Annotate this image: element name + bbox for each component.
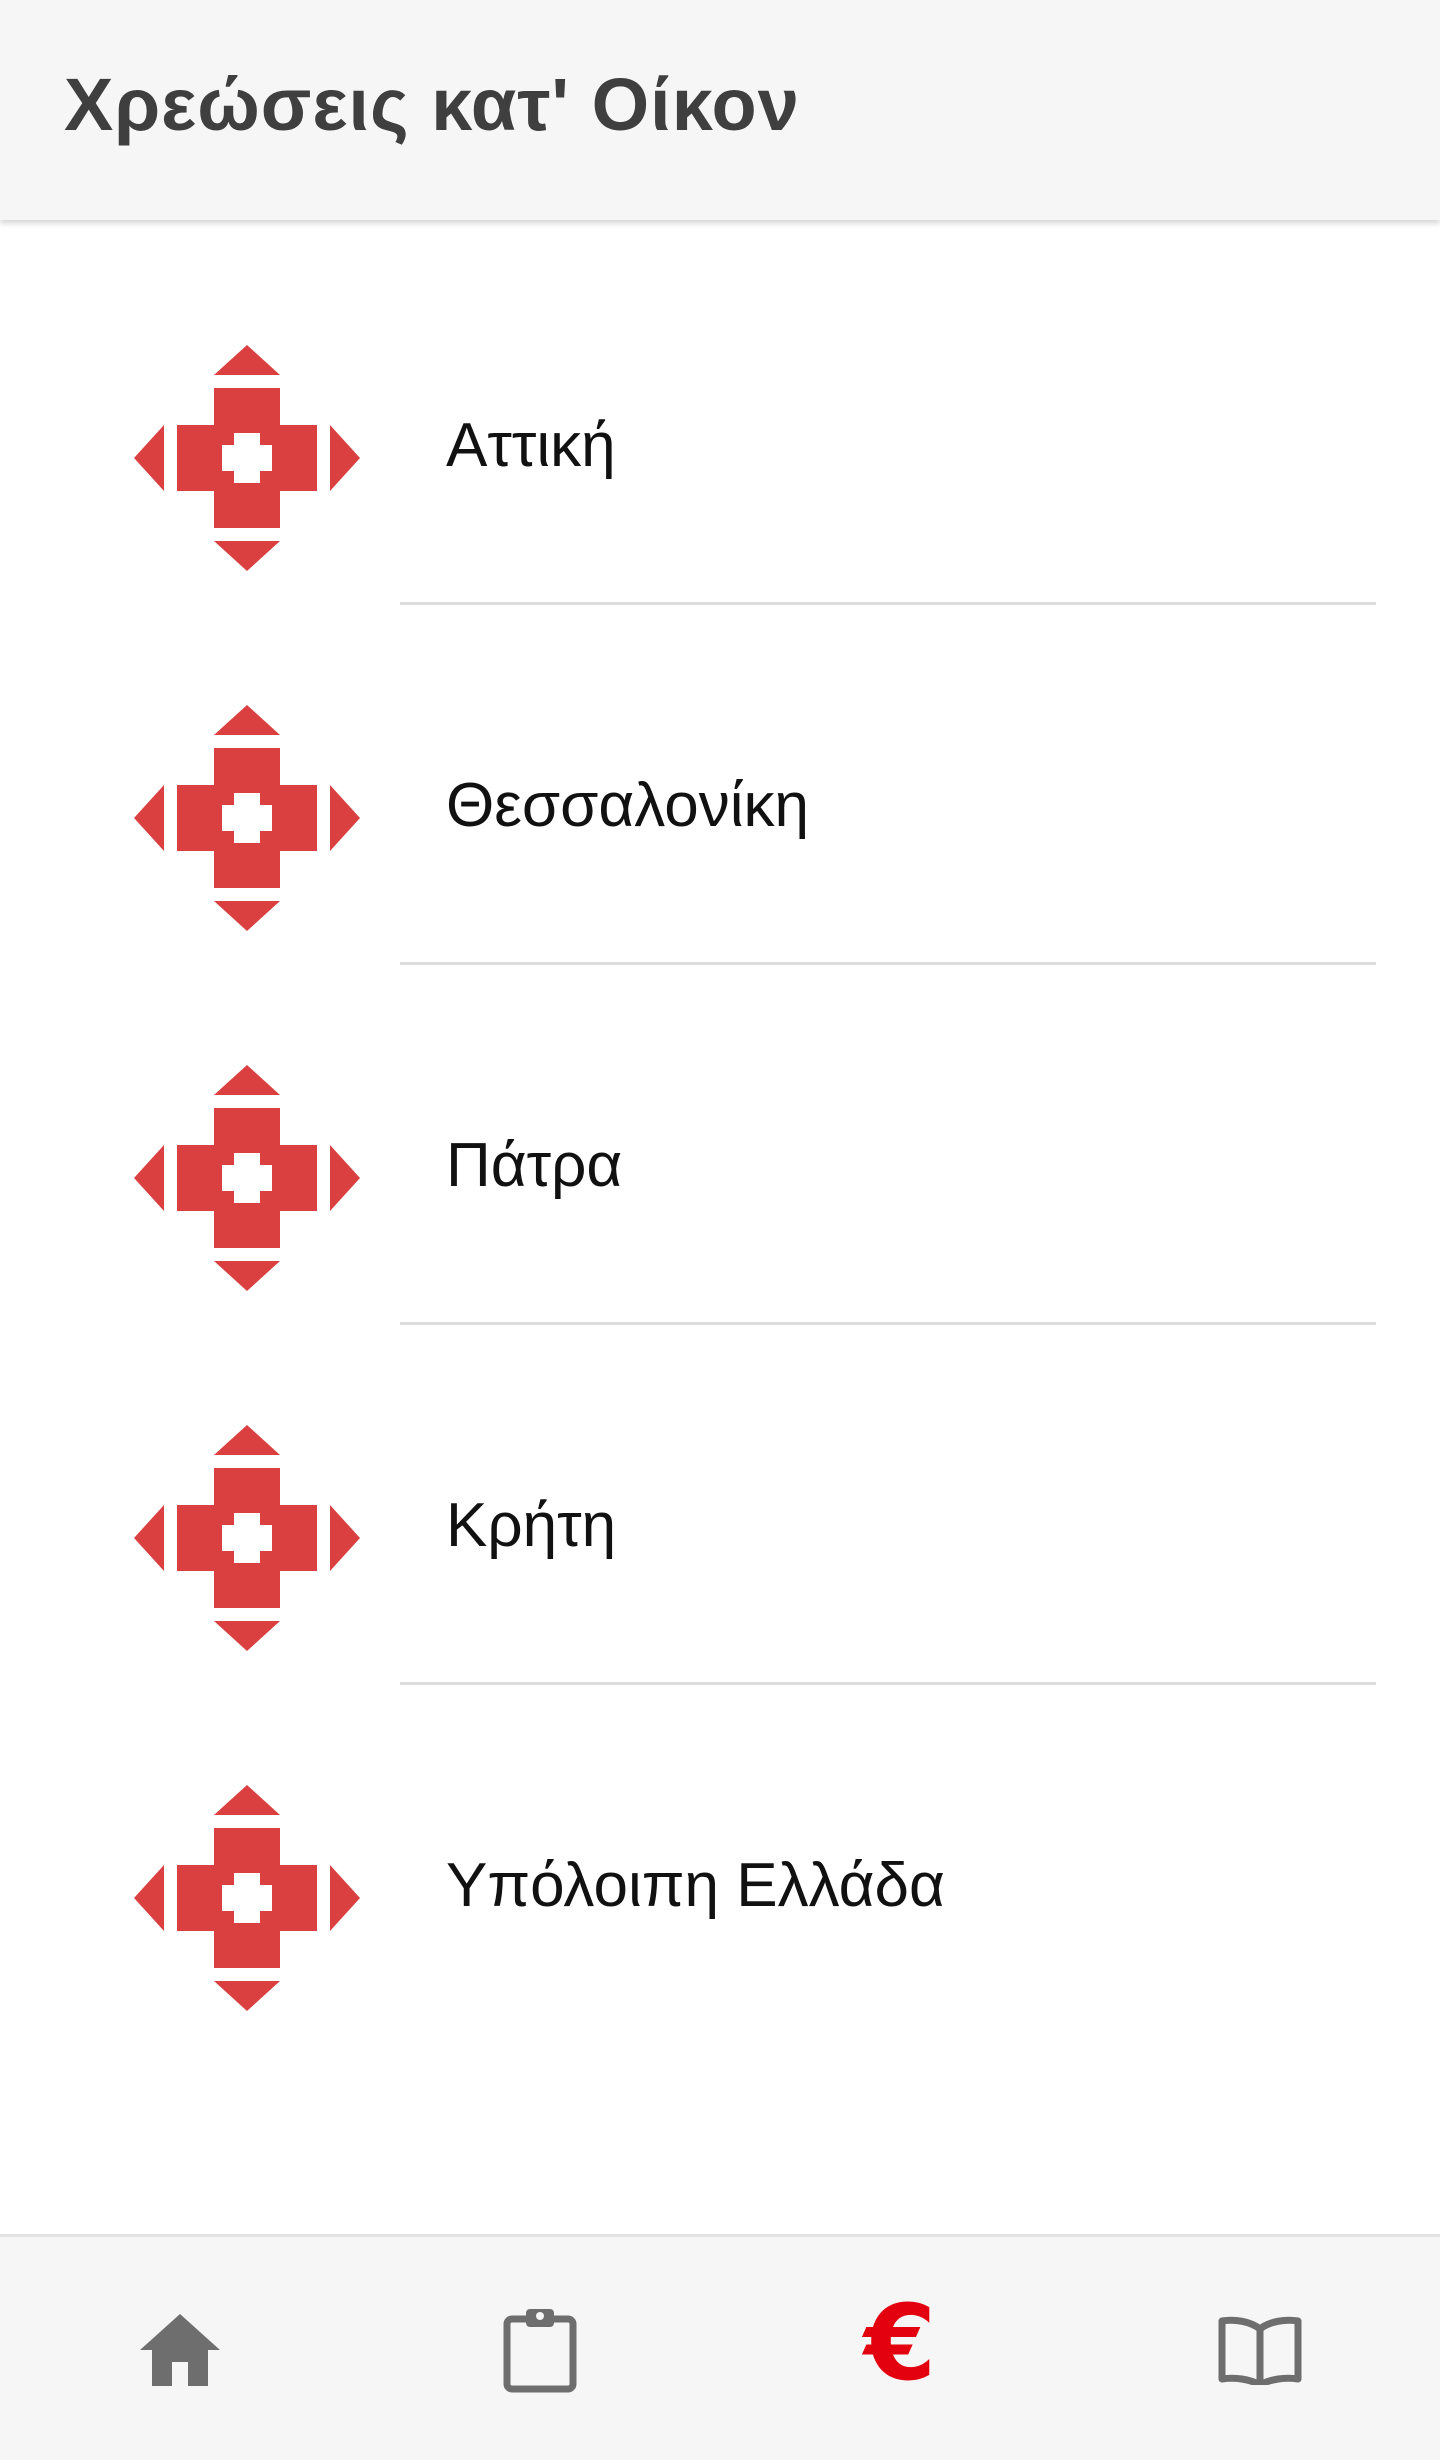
red-cross-logo-icon bbox=[134, 1065, 360, 1291]
red-cross-logo-icon bbox=[134, 705, 360, 931]
region-label: Κρήτη bbox=[446, 1491, 617, 1560]
home-icon bbox=[140, 2314, 220, 2386]
red-cross-logo-icon bbox=[134, 1425, 360, 1651]
region-label: Αττική bbox=[446, 411, 616, 480]
red-cross-logo-icon bbox=[134, 345, 360, 571]
nav-clipboard[interactable] bbox=[360, 2237, 720, 2460]
nav-charges[interactable]: € bbox=[720, 2237, 1080, 2460]
region-label: Υπόλοιπη Ελλάδα bbox=[446, 1851, 945, 1920]
app-screen: Χρεώσεις κατ' Οίκον Αττική Θεσσαλονίκη Π… bbox=[0, 0, 1440, 2460]
page-title: Χρεώσεις κατ' Οίκον bbox=[64, 63, 800, 146]
region-list: Αττική Θεσσαλονίκη Πάτρα Κρήτη Υπόλοιπη … bbox=[0, 220, 1440, 2020]
region-label: Πάτρα bbox=[446, 1131, 623, 1200]
list-item-thessaloniki[interactable]: Θεσσαλονίκη bbox=[0, 580, 1440, 965]
bottom-navigation: € bbox=[0, 2234, 1440, 2460]
clipboard-icon bbox=[503, 2309, 577, 2393]
nav-home[interactable] bbox=[0, 2237, 360, 2460]
book-icon bbox=[1218, 2316, 1302, 2385]
region-label: Θεσσαλονίκη bbox=[446, 771, 810, 840]
nav-book[interactable] bbox=[1080, 2237, 1440, 2460]
list-item-attiki[interactable]: Αττική bbox=[0, 220, 1440, 605]
list-item-patra[interactable]: Πάτρα bbox=[0, 940, 1440, 1325]
euro-icon: € bbox=[863, 2282, 937, 2404]
list-item-kriti[interactable]: Κρήτη bbox=[0, 1300, 1440, 1685]
app-bar: Χρεώσεις κατ' Οίκον bbox=[0, 0, 1440, 220]
list-item-ypoloipi-ellada[interactable]: Υπόλοιπη Ελλάδα bbox=[0, 1660, 1440, 2020]
red-cross-logo-icon bbox=[134, 1785, 360, 2011]
